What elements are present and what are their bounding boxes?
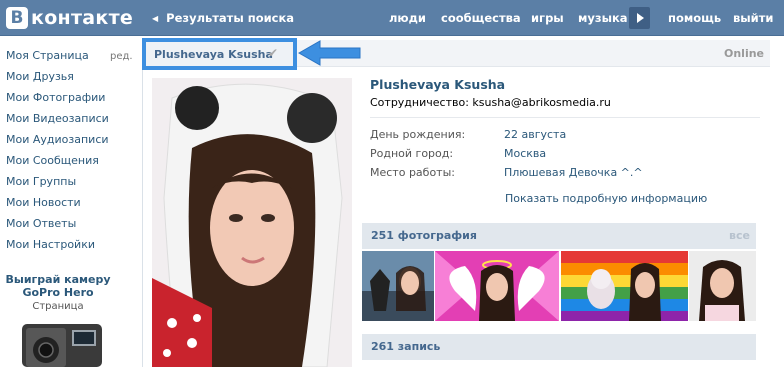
photo-thumbnail-1[interactable] bbox=[362, 251, 434, 321]
promo-title-line-1[interactable]: Выиграй камеру bbox=[0, 273, 116, 286]
logo-mark: В bbox=[6, 7, 28, 29]
info-divider bbox=[370, 117, 760, 118]
top-bar: В контакте ◀ Результаты поиска люди сооб… bbox=[0, 0, 784, 36]
gopro-camera-image[interactable] bbox=[18, 320, 104, 367]
sidebar-item-settings[interactable]: Мои Настройки bbox=[6, 238, 95, 251]
sidebar-item-news[interactable]: Мои Новости bbox=[6, 196, 81, 209]
nav-music[interactable]: музыка bbox=[578, 11, 628, 25]
vk-logo[interactable]: В контакте bbox=[6, 7, 133, 29]
photo-thumbnail-2[interactable] bbox=[435, 251, 559, 321]
play-icon[interactable] bbox=[629, 7, 650, 29]
nav-communities[interactable]: сообщества bbox=[441, 11, 521, 25]
photos-all-link[interactable]: все bbox=[729, 229, 750, 242]
check-icon: ✔ bbox=[268, 46, 279, 60]
pointer-arrow-icon bbox=[297, 40, 361, 66]
nav-people[interactable]: люди bbox=[389, 11, 426, 25]
sidebar-item-answers[interactable]: Мои Ответы bbox=[6, 217, 76, 230]
hometown-value[interactable]: Москва bbox=[504, 147, 546, 160]
online-status: Online bbox=[724, 47, 765, 60]
sidebar-item-messages[interactable]: Мои Сообщения bbox=[6, 154, 99, 167]
birthday-label: День рождения: bbox=[370, 128, 466, 141]
posts-section-header[interactable]: 261 запись bbox=[362, 334, 756, 360]
back-link-label: Результаты поиска bbox=[166, 11, 295, 25]
show-more-info-link[interactable]: Показать подробную информацию bbox=[505, 192, 707, 205]
sidebar-item-friends[interactable]: Мои Друзья bbox=[6, 70, 74, 83]
photos-count[interactable]: 251 фотография bbox=[371, 229, 477, 242]
back-to-search-link[interactable]: ◀ Результаты поиска bbox=[152, 11, 294, 25]
sidebar-item-audio[interactable]: Мои Аудиозаписи bbox=[6, 133, 109, 146]
profile-full-name: Plushevaya Ksusha bbox=[370, 77, 506, 92]
sidebar-item-groups[interactable]: Мои Группы bbox=[6, 175, 76, 188]
photo-thumbnail-3[interactable] bbox=[561, 251, 688, 321]
nav-games[interactable]: игры bbox=[531, 11, 564, 25]
header-name[interactable]: Plushevaya Ksusha bbox=[154, 48, 273, 61]
posts-count[interactable]: 261 запись bbox=[371, 340, 440, 353]
edit-link[interactable]: ред. bbox=[110, 51, 133, 62]
logo-text: контакте bbox=[31, 7, 134, 29]
sidebar-item-my-page[interactable]: Моя Страница bbox=[6, 49, 89, 62]
promo-subtitle: Страница bbox=[32, 301, 84, 312]
profile-photo[interactable] bbox=[152, 78, 352, 367]
workplace-label: Место работы: bbox=[370, 166, 455, 179]
photos-section-header[interactable]: 251 фотография все bbox=[362, 223, 756, 249]
promo-title-line-2[interactable]: GoPro Hero bbox=[0, 286, 116, 299]
sidebar-item-videos[interactable]: Мои Видеозаписи bbox=[6, 112, 109, 125]
nav-help[interactable]: помощь bbox=[668, 11, 721, 25]
sidebar-item-photos[interactable]: Мои Фотографии bbox=[6, 91, 105, 104]
back-arrow-icon: ◀ bbox=[152, 13, 159, 23]
hometown-label: Родной город: bbox=[370, 147, 454, 160]
workplace-value[interactable]: Плюшевая Девочка ^.^ bbox=[504, 166, 643, 179]
profile-status: Сотрудничество: ksusha@abrikosmedia.ru bbox=[370, 96, 611, 109]
photo-thumbnail-4[interactable] bbox=[689, 251, 756, 321]
birthday-value[interactable]: 22 августа bbox=[504, 128, 566, 141]
highlighted-name-box: Plushevaya Ksusha ✔ bbox=[142, 38, 297, 70]
nav-logout[interactable]: выйти bbox=[733, 11, 773, 25]
